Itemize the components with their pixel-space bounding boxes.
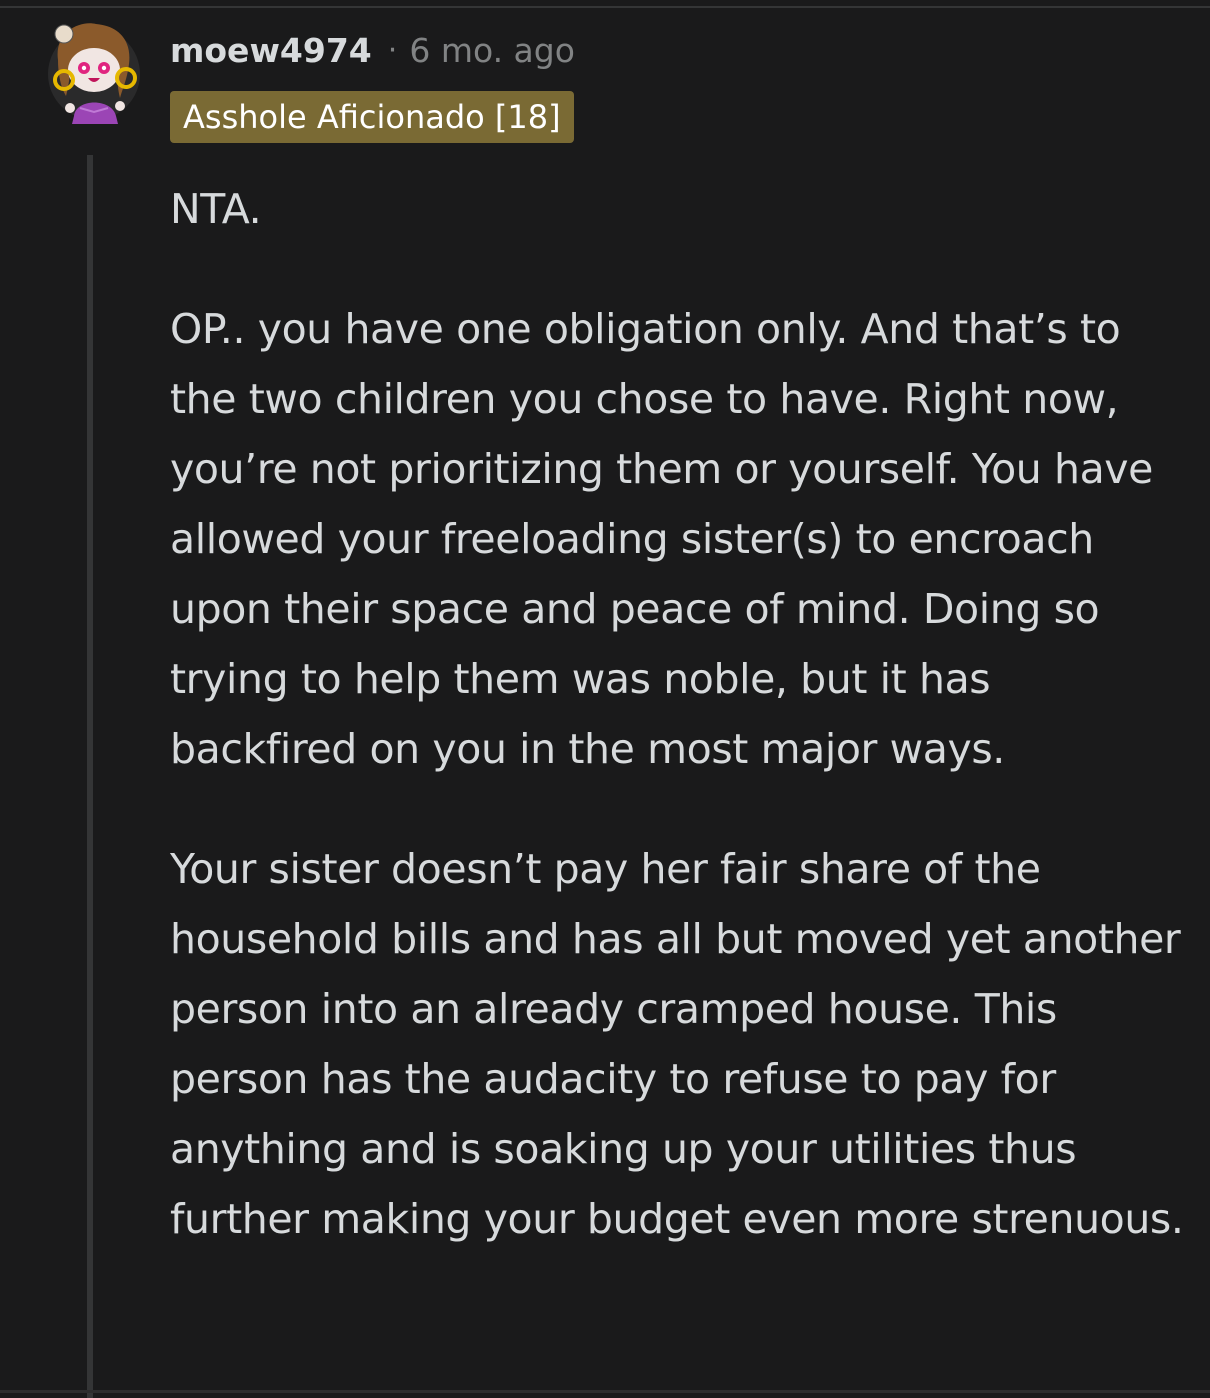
comment-header: moew4974 · 6 mo. ago: [170, 24, 575, 76]
thread-collapse-line[interactable]: [87, 155, 93, 1398]
comment-paragraph: Your sister doesn’t pay her fair share o…: [170, 845, 1184, 1243]
user-flair-badge: Asshole Aficionado [18]: [170, 91, 574, 143]
comment-author-link[interactable]: moew4974: [170, 31, 372, 70]
user-avatar[interactable]: [36, 12, 146, 132]
comment-paragraph: OP.. you have one obligation only. And t…: [170, 305, 1153, 773]
bottom-divider: [0, 1390, 1210, 1393]
avatar-snoo-icon: [48, 23, 140, 124]
comment-paragraph: NTA.: [170, 185, 262, 233]
comment-timestamp[interactable]: 6 mo. ago: [409, 31, 575, 70]
comment-body: NTA. OP.. you have one obligation only. …: [170, 174, 1185, 1254]
top-divider: [0, 6, 1210, 8]
meta-separator: ·: [387, 32, 398, 68]
